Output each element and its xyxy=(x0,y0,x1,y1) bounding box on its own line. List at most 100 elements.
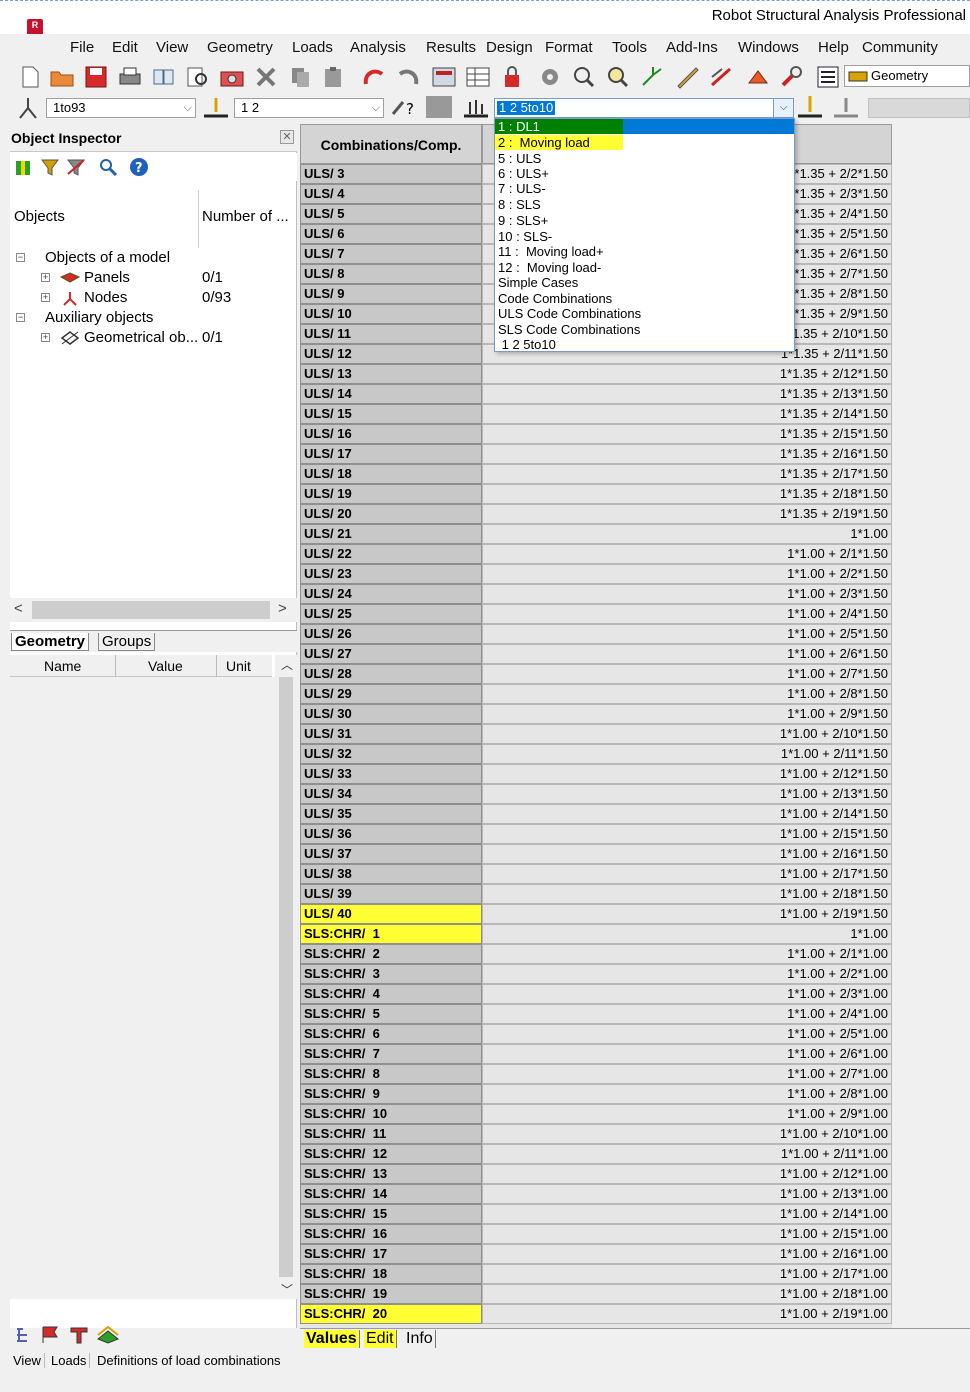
dropdown-item[interactable]: 1 2 5to10 xyxy=(497,337,556,352)
tree-item-panels[interactable]: Panels xyxy=(84,269,130,286)
combination-name-cell[interactable]: ULS/ 25 xyxy=(300,604,482,624)
combination-name-cell[interactable]: ULS/ 16 xyxy=(300,424,482,444)
combination-definition-cell[interactable]: 1*1.00 + 2/15*1.00 xyxy=(482,1224,892,1244)
combination-name-cell[interactable]: ULS/ 12 xyxy=(300,344,482,364)
menu-add-ins[interactable]: Add-Ins xyxy=(666,39,718,56)
combination-definition-cell[interactable]: 1*1.00 + 2/11*1.50 xyxy=(482,744,892,764)
table-row[interactable]: SLS:CHR/ 19 1*1.00 + 2/18*1.00 xyxy=(300,1284,892,1304)
table-row[interactable]: SLS:CHR/ 20 1*1.00 + 2/19*1.00 xyxy=(300,1304,892,1324)
combination-name-cell[interactable]: ULS/ 21 xyxy=(300,524,482,544)
delete-icon[interactable] xyxy=(252,63,280,90)
table-row[interactable]: ULS/ 19 1*1.35 + 2/18*1.50 xyxy=(300,484,892,504)
combination-name-cell[interactable]: ULS/ 31 xyxy=(300,724,482,744)
combination-definition-cell[interactable]: 1*1.00 + 2/10*1.00 xyxy=(482,1124,892,1144)
tree-item-model[interactable]: Objects of a model xyxy=(45,249,170,266)
filter-icon[interactable] xyxy=(40,158,60,181)
combination-name-cell[interactable]: ULS/ 32 xyxy=(300,744,482,764)
table-row[interactable]: SLS:CHR/ 13 1*1.00 + 2/12*1.00 xyxy=(300,1164,892,1184)
combination-name-cell[interactable]: SLS:CHR/ 16 xyxy=(300,1224,482,1244)
table-row[interactable]: SLS:CHR/ 3 1*1.00 + 2/2*1.00 xyxy=(300,964,892,984)
combination-definition-cell[interactable]: 1*1.35 + 2/18*1.50 xyxy=(482,484,892,504)
print-preview-icon[interactable] xyxy=(150,63,178,90)
combination-name-cell[interactable]: ULS/ 38 xyxy=(300,864,482,884)
collapse-icon[interactable]: − xyxy=(16,253,25,262)
table-row[interactable]: SLS:CHR/ 16 1*1.00 + 2/15*1.00 xyxy=(300,1224,892,1244)
combination-name-cell[interactable]: SLS:CHR/ 19 xyxy=(300,1284,482,1304)
table-row[interactable]: ULS/ 24 1*1.00 + 2/3*1.50 xyxy=(300,584,892,604)
table-row[interactable]: ULS/ 17 1*1.35 + 2/16*1.50 xyxy=(300,444,892,464)
combination-definition-cell[interactable]: 1*1.00 + 2/2*1.50 xyxy=(482,564,892,584)
lock-icon[interactable] xyxy=(498,63,526,90)
prop-col-unit[interactable]: Unit xyxy=(226,658,251,674)
tables-icon[interactable] xyxy=(464,63,492,90)
combination-definition-cell[interactable]: 1*1.00 + 2/3*1.00 xyxy=(482,984,892,1004)
combination-name-cell[interactable]: ULS/ 8 xyxy=(300,264,482,284)
combination-definition-cell[interactable]: 1*1.35 + 2/19*1.50 xyxy=(482,504,892,524)
table-row[interactable]: ULS/ 21 1*1.00 xyxy=(300,524,892,544)
table-row[interactable]: ULS/ 23 1*1.00 + 2/2*1.50 xyxy=(300,564,892,584)
combination-definition-cell[interactable]: 1*1.00 + 2/13*1.50 xyxy=(482,784,892,804)
node-selection-icon[interactable] xyxy=(16,96,42,125)
column-header-combinations[interactable]: Combinations/Comp. xyxy=(300,124,482,164)
combination-definition-cell[interactable]: 1*1.00 + 2/9*1.50 xyxy=(482,704,892,724)
new-document-icon[interactable] xyxy=(16,63,44,90)
status-view[interactable]: View xyxy=(10,1353,45,1368)
close-icon[interactable]: ✕ xyxy=(280,130,294,144)
table-row[interactable]: ULS/ 30 1*1.00 + 2/9*1.50 xyxy=(300,704,892,724)
table-row[interactable]: SLS:CHR/ 12 1*1.00 + 2/11*1.00 xyxy=(300,1144,892,1164)
dropdown-item[interactable]: 12 : Moving load- xyxy=(497,260,601,275)
layout-icon[interactable] xyxy=(814,63,842,90)
expand-icon[interactable]: + xyxy=(41,293,50,302)
combination-name-cell[interactable]: ULS/ 29 xyxy=(300,684,482,704)
clear-filter-icon[interactable] xyxy=(66,158,86,181)
paste-icon[interactable] xyxy=(320,63,348,90)
table-row[interactable]: ULS/ 38 1*1.00 + 2/17*1.50 xyxy=(300,864,892,884)
combination-name-cell[interactable]: ULS/ 36 xyxy=(300,824,482,844)
combination-name-cell[interactable]: ULS/ 4 xyxy=(300,184,482,204)
menu-view[interactable]: View xyxy=(156,39,188,56)
combination-name-cell[interactable]: SLS:CHR/ 8 xyxy=(300,1064,482,1084)
combination-definition-cell[interactable]: 1*1.35 + 2/14*1.50 xyxy=(482,404,892,424)
dropdown-item[interactable]: Simple Cases xyxy=(497,275,578,290)
combination-definition-cell[interactable]: 1*1.00 + 2/14*1.00 xyxy=(482,1204,892,1224)
combination-definition-cell[interactable]: 1*1.00 + 2/17*1.50 xyxy=(482,864,892,884)
combination-name-cell[interactable]: ULS/ 33 xyxy=(300,764,482,784)
combination-definition-cell[interactable]: 1*1.00 + 2/18*1.50 xyxy=(482,884,892,904)
table-row[interactable]: ULS/ 20 1*1.35 + 2/19*1.50 xyxy=(300,504,892,524)
expand-icon[interactable]: + xyxy=(41,273,50,282)
cases-selector[interactable]: 1 2 ⌵ xyxy=(234,98,384,118)
collapse-icon[interactable]: − xyxy=(16,313,25,322)
prop-col-name[interactable]: Name xyxy=(44,658,81,674)
table-row[interactable]: SLS:CHR/ 8 1*1.00 + 2/7*1.00 xyxy=(300,1064,892,1084)
combination-definition-cell[interactable]: 1*1.00 + 2/7*1.00 xyxy=(482,1064,892,1084)
table-row[interactable]: SLS:CHR/ 1 1*1.00 xyxy=(300,924,892,944)
combination-name-cell[interactable]: SLS:CHR/ 13 xyxy=(300,1164,482,1184)
combination-name-cell[interactable]: ULS/ 7 xyxy=(300,244,482,264)
combination-definition-cell[interactable]: 1*1.00 + 2/4*1.00 xyxy=(482,1004,892,1024)
combination-definition-cell[interactable]: 1*1.00 + 2/19*1.50 xyxy=(482,904,892,924)
combination-name-cell[interactable]: ULS/ 22 xyxy=(300,544,482,564)
table-row[interactable]: SLS:CHR/ 18 1*1.00 + 2/17*1.00 xyxy=(300,1264,892,1284)
combination-name-cell[interactable]: SLS:CHR/ 5 xyxy=(300,1004,482,1024)
combination-definition-cell[interactable]: 1*1.00 + 2/1*1.50 xyxy=(482,544,892,564)
table-row[interactable]: ULS/ 37 1*1.00 + 2/16*1.50 xyxy=(300,844,892,864)
expand-icon[interactable]: + xyxy=(41,333,50,342)
table-row[interactable]: SLS:CHR/ 6 1*1.00 + 2/5*1.00 xyxy=(300,1024,892,1044)
menu-results[interactable]: Results xyxy=(426,39,476,56)
save-icon[interactable] xyxy=(82,63,110,90)
combination-name-cell[interactable]: ULS/ 5 xyxy=(300,204,482,224)
help-icon[interactable]: ? xyxy=(128,157,150,182)
combination-name-cell[interactable]: ULS/ 17 xyxy=(300,444,482,464)
combination-name-cell[interactable]: ULS/ 19 xyxy=(300,484,482,504)
dropdown-item[interactable]: 1 : DL1 xyxy=(495,119,794,134)
ruler-icon[interactable] xyxy=(674,63,702,90)
table-row[interactable]: ULS/ 33 1*1.00 + 2/12*1.50 xyxy=(300,764,892,784)
dimension-icon[interactable] xyxy=(708,63,736,90)
tab-values[interactable]: Values xyxy=(304,1330,360,1348)
combination-definition-cell[interactable]: 1*1.00 + 2/1*1.00 xyxy=(482,944,892,964)
dropdown-item[interactable]: 5 : ULS xyxy=(497,151,541,166)
apply-combo-icon[interactable] xyxy=(796,94,826,125)
table-row[interactable]: ULS/ 25 1*1.00 + 2/4*1.50 xyxy=(300,604,892,624)
combination-name-cell[interactable]: SLS:CHR/ 15 xyxy=(300,1204,482,1224)
menu-format[interactable]: Format xyxy=(545,39,593,56)
